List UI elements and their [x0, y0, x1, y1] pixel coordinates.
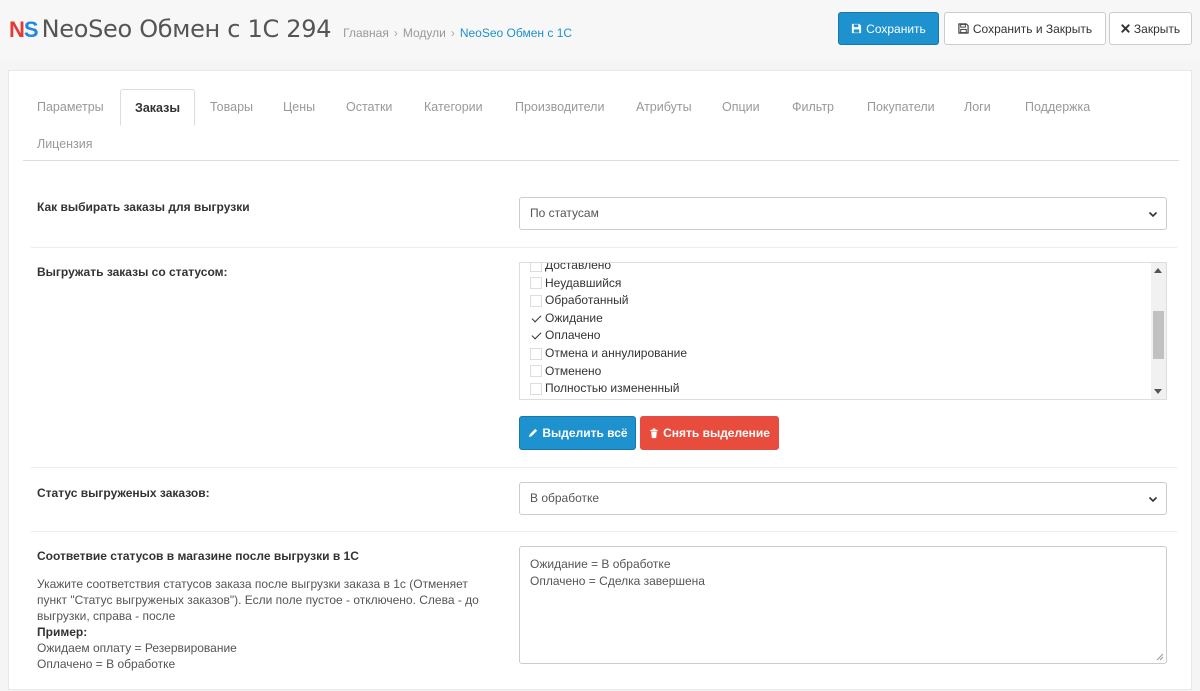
tab-prices[interactable]: Цены [269, 89, 329, 126]
header-title-group: NS NeoSeo Обмен с 1С 294 Главная › Модул… [9, 15, 572, 43]
floppy-disk-icon [852, 23, 862, 34]
status-checklist-items: Доставлено Неудавшийся Обработанный Ожид… [530, 263, 687, 398]
checkbox[interactable] [530, 294, 542, 307]
tab-manufacturers[interactable]: Производители [501, 89, 618, 126]
resize-handle-icon[interactable] [1156, 653, 1164, 661]
checkbox[interactable] [530, 347, 542, 360]
tab-filter[interactable]: Фильтр [778, 89, 848, 126]
form-row-exported-status: Статус выгруженых заказов: В обработке [31, 467, 1177, 531]
scroll-down-arrow-icon[interactable] [1154, 389, 1162, 394]
checkbox[interactable] [530, 382, 542, 395]
breadcrumb: Главная › Модули › NeoSeo Обмен с 1С [343, 26, 572, 40]
exported-status-select[interactable]: В обработке [519, 482, 1167, 515]
exported-status-value: В обработке [530, 491, 600, 505]
checklist-scrollbar[interactable] [1151, 263, 1166, 399]
mapping-line: Ожидание = В обработке [530, 557, 671, 571]
breadcrumb-separator-icon: › [450, 26, 455, 40]
chevron-down-icon [1148, 211, 1158, 218]
scrollbar-thumb[interactable] [1153, 311, 1164, 359]
tab-bar: Параметры Заказы Товары Цены Остатки Кат… [23, 89, 1179, 161]
save-and-close-button-label: Сохранить и Закрыть [972, 21, 1093, 36]
chevron-down-icon [1148, 496, 1158, 503]
mapping-line: Оплачено = Сделка завершена [530, 574, 705, 588]
tab-parameters[interactable]: Параметры [23, 89, 118, 126]
status-option-cancel-void[interactable]: Отмена и аннулирование [530, 345, 687, 363]
settings-panel: Параметры Заказы Товары Цены Остатки Кат… [8, 70, 1192, 690]
breadcrumb-home[interactable]: Главная [343, 26, 389, 40]
status-mapping-label: Соответвие статусов в магазине после выг… [37, 549, 359, 563]
close-button-label: Закрыть [1133, 21, 1181, 36]
save-and-close-button[interactable]: Сохранить и Закрыть [944, 12, 1106, 45]
status-mapping-textarea[interactable]: Ожидание = В обработке Оплачено = Сделка… [519, 546, 1167, 664]
save-button[interactable]: Сохранить [838, 12, 939, 45]
checkbox-checked[interactable] [530, 330, 542, 342]
checkbox[interactable] [530, 365, 542, 378]
floppy-disk-icon [958, 23, 969, 34]
status-option-fully-changed[interactable]: Полностью измененный [530, 380, 687, 398]
order-selection-label: Как выбирать заказы для выгрузки [37, 200, 250, 214]
save-button-label: Сохранить [866, 21, 926, 36]
close-icon [1121, 24, 1130, 33]
status-option-paid[interactable]: Оплачено [530, 327, 687, 345]
checkbox-checked[interactable] [530, 313, 542, 325]
exported-status-label: Статус выгруженых заказов: [37, 486, 210, 500]
breadcrumb-modules[interactable]: Модули [403, 26, 446, 40]
tab-support[interactable]: Поддержка [1011, 89, 1104, 126]
page-header: NS NeoSeo Обмен с 1С 294 Главная › Модул… [0, 0, 1200, 60]
form-row-order-selection: Как выбирать заказы для выгрузки По стат… [31, 179, 1177, 247]
example-line: Оплачено = В обработке [37, 657, 176, 671]
tab-stock[interactable]: Остатки [332, 89, 406, 126]
status-mapping-help: Укажите соответствия статусов заказа пос… [37, 576, 497, 672]
close-button[interactable]: Закрыть [1109, 12, 1192, 45]
status-option-failed[interactable]: Неудавшийся [530, 275, 687, 293]
tab-logs[interactable]: Логи [950, 89, 1005, 126]
tab-categories[interactable]: Категории [410, 89, 497, 126]
status-option-processed[interactable]: Обработанный [530, 292, 687, 310]
tab-license[interactable]: Лицензия [23, 126, 107, 163]
tab-attributes[interactable]: Атрибуты [622, 89, 706, 126]
scroll-up-arrow-icon[interactable] [1154, 268, 1162, 273]
tab-customers[interactable]: Покупатели [853, 89, 949, 126]
page-title: NeoSeo Обмен с 1С 294 [41, 15, 332, 43]
tab-options[interactable]: Опции [708, 89, 774, 126]
form-row-status-mapping: Соответвие статусов в магазине после выг… [31, 531, 1177, 691]
status-option-cancelled[interactable]: Отменено [530, 363, 687, 381]
export-statuses-label: Выгружать заказы со статусом: [37, 265, 228, 279]
breadcrumb-current[interactable]: NeoSeo Обмен с 1С [460, 26, 572, 40]
order-selection-value: По статусам [530, 206, 599, 220]
status-option-delivered[interactable]: Доставлено [530, 263, 687, 275]
status-mapping-help-text: Укажите соответствия статусов заказа пос… [37, 577, 479, 623]
status-option-pending[interactable]: Ожидание [530, 310, 687, 328]
example-title: Пример: [37, 625, 88, 639]
neoseo-logo: NS [9, 17, 39, 42]
pencil-icon [529, 428, 538, 437]
form-row-export-statuses: Выгружать заказы со статусом: Доставлено… [31, 247, 1177, 467]
breadcrumb-separator-icon: › [393, 26, 398, 40]
checkbox[interactable] [530, 263, 542, 272]
trash-icon [650, 427, 658, 438]
example-line: Ожидаем оплату = Резервирование [37, 641, 237, 655]
select-all-button[interactable]: Выделить всё [519, 416, 636, 450]
tab-orders[interactable]: Заказы [120, 89, 196, 126]
tab-products[interactable]: Товары [196, 89, 267, 126]
deselect-all-button[interactable]: Снять выделение [640, 416, 779, 450]
checkbox[interactable] [530, 277, 542, 290]
status-checklist[interactable]: Доставлено Неудавшийся Обработанный Ожид… [519, 262, 1167, 400]
order-selection-select[interactable]: По статусам [519, 197, 1167, 230]
